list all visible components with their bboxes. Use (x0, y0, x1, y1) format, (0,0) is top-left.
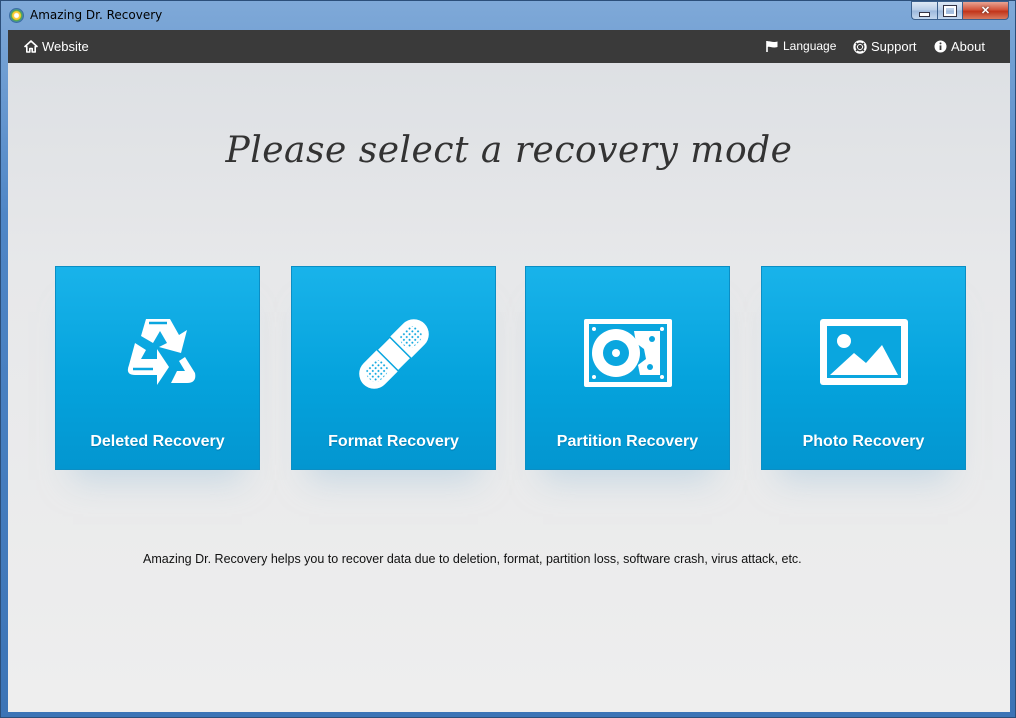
website-label: Website (42, 39, 89, 54)
client-area: Website Language Support About Please se… (8, 30, 1010, 712)
maximize-icon (943, 4, 957, 17)
description-text: Amazing Dr. Recovery helps you to recove… (143, 552, 802, 566)
partition-recovery-tile[interactable]: Partition Recovery (525, 266, 730, 470)
close-icon: ✕ (980, 5, 991, 17)
hard-drive-icon (526, 309, 729, 399)
bandage-icon (292, 309, 495, 399)
partition-recovery-label: Partition Recovery (556, 433, 699, 450)
deleted-recovery-tile[interactable]: Deleted Recovery (55, 266, 260, 470)
support-label: Support (871, 39, 917, 54)
maximize-button[interactable] (937, 1, 962, 20)
format-recovery-tile[interactable]: Format Recovery (291, 266, 496, 470)
minimize-button[interactable] (911, 1, 937, 20)
about-link[interactable]: About (934, 39, 985, 54)
app-window: Amazing Dr. Recovery ✕ Website Language … (0, 0, 1016, 718)
photo-recovery-tile[interactable]: Photo Recovery (761, 266, 966, 470)
recycle-icon (56, 309, 259, 399)
minimize-icon (919, 11, 930, 17)
window-controls: ✕ (911, 1, 1009, 22)
photo-icon (762, 309, 965, 399)
about-label: About (951, 39, 985, 54)
title-bar[interactable]: Amazing Dr. Recovery ✕ (1, 1, 1015, 30)
lifebuoy-icon (853, 39, 867, 54)
website-link[interactable]: Website (24, 39, 89, 54)
deleted-recovery-label: Deleted Recovery (90, 433, 225, 450)
info-icon (934, 40, 947, 53)
close-button[interactable]: ✕ (962, 1, 1009, 20)
language-label: Language (783, 39, 837, 53)
support-link[interactable]: Support (853, 39, 917, 54)
format-recovery-label: Format Recovery (328, 433, 459, 450)
top-menu-bar: Website Language Support About (8, 30, 1010, 63)
photo-recovery-label: Photo Recovery (802, 433, 925, 450)
page-heading: Please select a recovery mode (225, 130, 793, 171)
home-icon (24, 40, 38, 53)
language-menu[interactable]: Language (765, 39, 836, 53)
app-logo-icon (9, 8, 24, 23)
window-title: Amazing Dr. Recovery (30, 8, 163, 22)
flag-icon (766, 40, 778, 52)
